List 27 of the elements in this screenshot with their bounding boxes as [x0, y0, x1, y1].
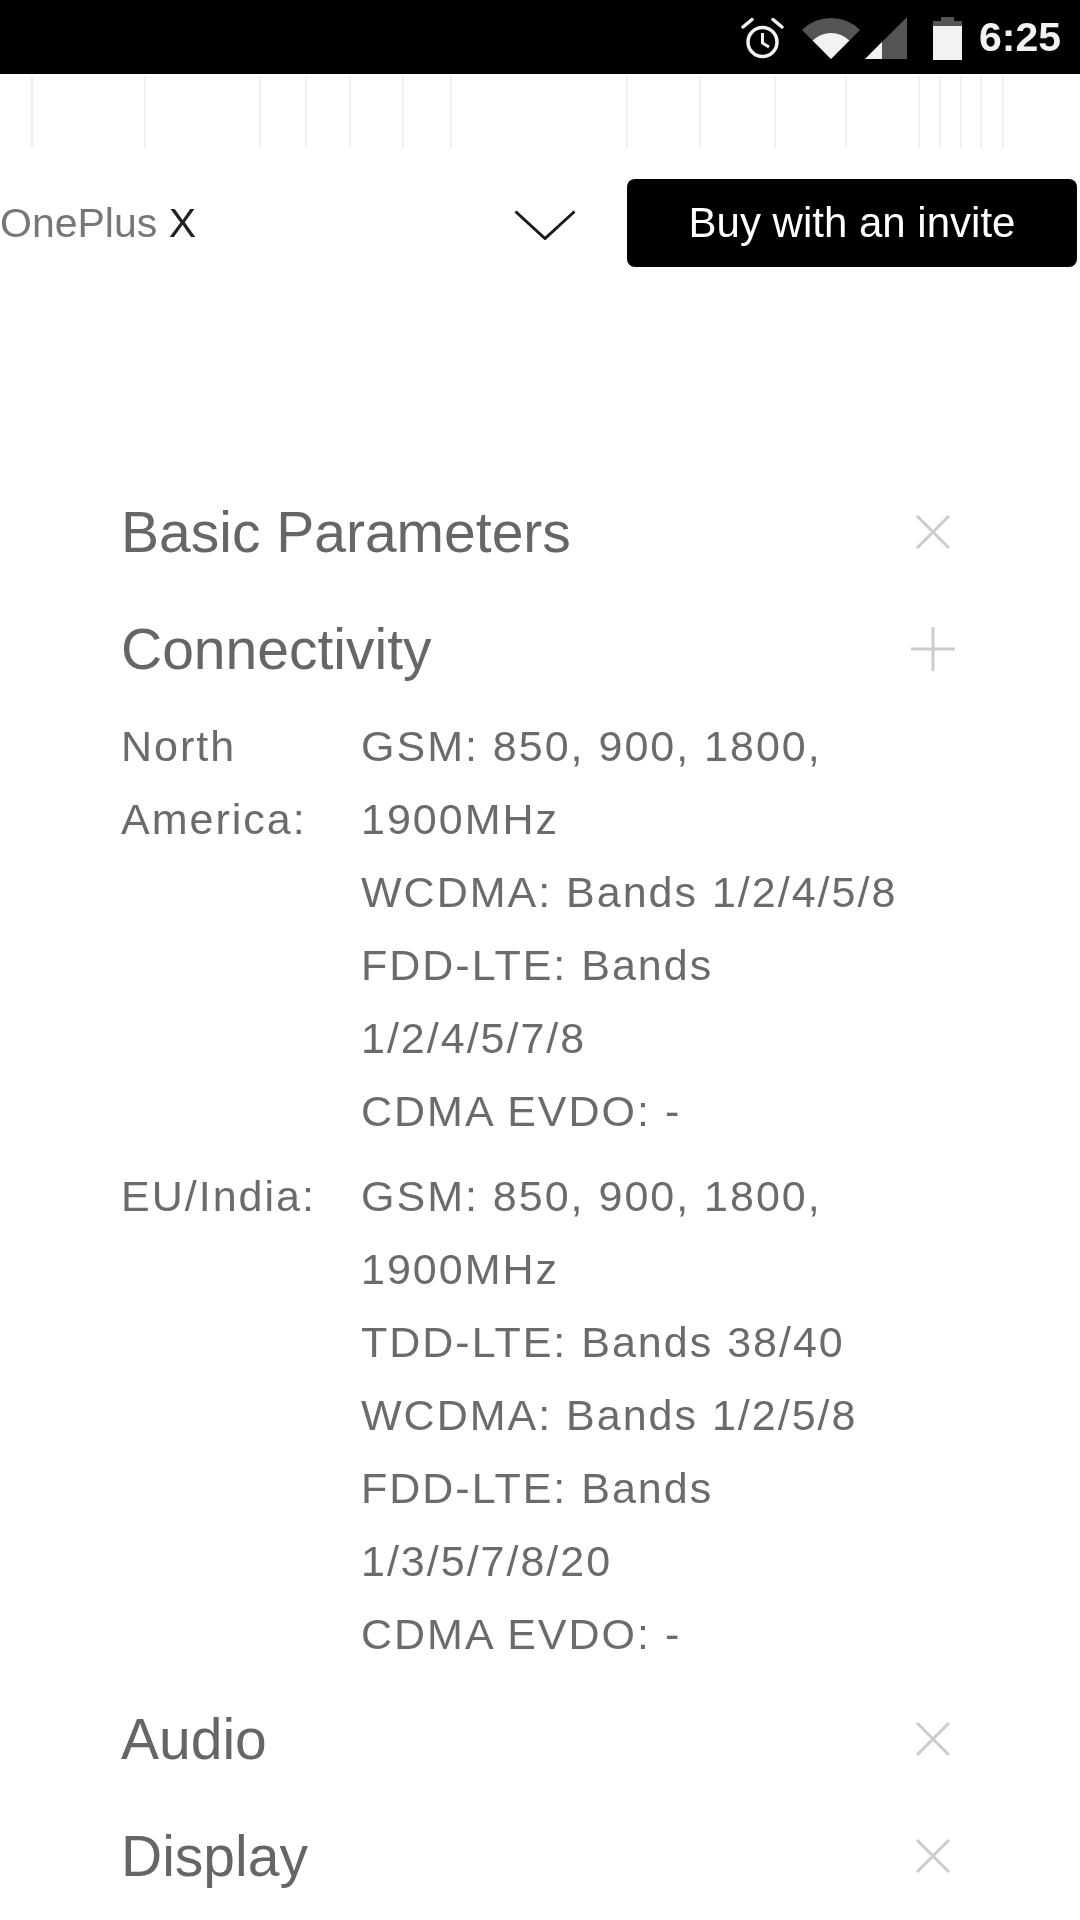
section-title[interactable]: Basic Parameters [121, 496, 571, 567]
product-name[interactable]: OnePlus X [0, 198, 196, 248]
cross-icon[interactable] [916, 1721, 950, 1756]
spec-value: CDMA EVDO: - [361, 1609, 682, 1660]
buy-button[interactable]: Buy with an invite [627, 179, 1077, 267]
spec-value: FDD-LTE: Bands 1/2/4/5/7/8 [361, 940, 715, 1064]
alarm-clock-icon [740, 16, 784, 60]
cross-icon[interactable] [916, 1838, 950, 1873]
spec-value: GSM: 850, 900, 1800, 1900MHz [361, 1171, 823, 1295]
battery-icon [932, 16, 962, 60]
section-title[interactable]: Connectivity [121, 613, 432, 684]
spec-value: TDD-LTE: Bands 38/40 [361, 1317, 845, 1368]
spec-value: WCDMA: Bands 1/2/4/5/8 [361, 867, 898, 918]
cross-icon[interactable] [916, 514, 950, 549]
spec-value: CDMA EVDO: - [361, 1086, 682, 1137]
region-label: EU/India: [121, 1171, 316, 1222]
plus-icon[interactable] [911, 626, 955, 671]
clock-time: 6:25 [978, 13, 1061, 62]
section-title[interactable]: Display [121, 1820, 308, 1891]
spec-value: WCDMA: Bands 1/2/5/8 [361, 1390, 858, 1441]
chevron-down-icon[interactable] [514, 210, 576, 240]
section-title[interactable]: Audio [121, 1703, 267, 1774]
spec-value: FDD-LTE: Bands 1/3/5/7/8/20 [361, 1463, 715, 1587]
region-label: North America: [121, 721, 308, 845]
wifi-icon [801, 16, 860, 59]
spec-value: GSM: 850, 900, 1800, 1900MHz [361, 721, 823, 845]
signal-icon [864, 16, 907, 59]
